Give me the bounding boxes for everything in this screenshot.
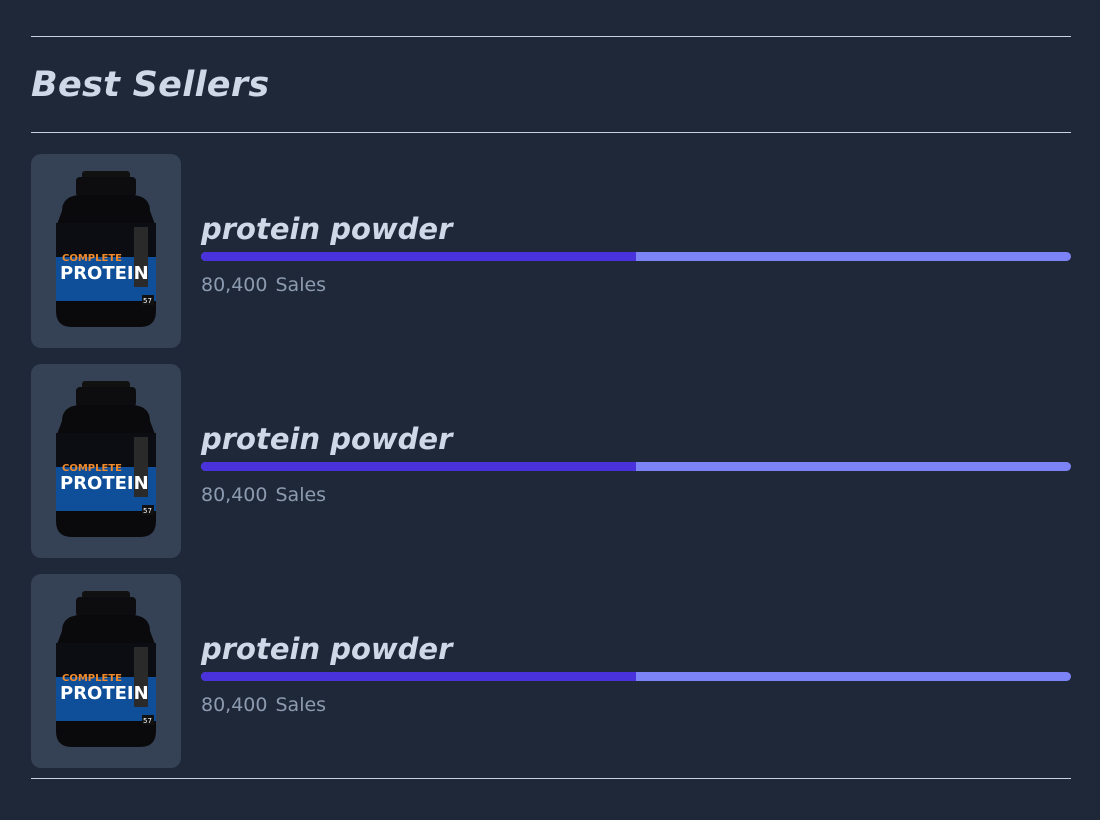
sales-count: 80,400 Sales xyxy=(201,274,1071,296)
sales-count: 80,400 Sales xyxy=(201,694,1071,716)
product-name[interactable]: protein powder xyxy=(201,212,1071,246)
sales-value: 80,400 xyxy=(201,274,268,296)
product-item[interactable]: COMPLETE PROTEIN 57 protein powder 80,40… xyxy=(31,364,1071,558)
svg-text:PROTEIN: PROTEIN xyxy=(60,263,149,284)
product-info: protein powder 80,400 Sales xyxy=(201,416,1071,506)
product-list: COMPLETE PROTEIN 57 protein powder 80,40… xyxy=(31,133,1071,768)
svg-text:PROTEIN: PROTEIN xyxy=(60,473,149,494)
sales-value: 80,400 xyxy=(201,694,268,716)
product-name[interactable]: protein powder xyxy=(201,422,1071,456)
sales-progress-bar xyxy=(201,672,1071,681)
svg-text:57: 57 xyxy=(143,297,152,305)
protein-tub-icon: COMPLETE PROTEIN 57 xyxy=(56,591,156,747)
best-sellers-panel: Best Sellers COMPLETE PROTEIN 57 protein… xyxy=(31,36,1071,779)
svg-text:PROTEIN: PROTEIN xyxy=(60,683,149,704)
sales-progress-fill xyxy=(201,672,636,681)
protein-tub-icon: COMPLETE PROTEIN 57 xyxy=(56,171,156,327)
product-thumbnail[interactable]: COMPLETE PROTEIN 57 xyxy=(31,154,181,348)
product-name[interactable]: protein powder xyxy=(201,632,1071,666)
sales-progress-bar xyxy=(201,462,1071,471)
sales-count: 80,400 Sales xyxy=(201,484,1071,506)
svg-text:57: 57 xyxy=(143,717,152,725)
sales-unit: Sales xyxy=(275,694,327,716)
section-header: Best Sellers xyxy=(31,37,1071,132)
protein-tub-icon: COMPLETE PROTEIN 57 xyxy=(56,381,156,537)
product-thumbnail[interactable]: COMPLETE PROTEIN 57 xyxy=(31,574,181,768)
product-thumbnail[interactable]: COMPLETE PROTEIN 57 xyxy=(31,364,181,558)
sales-progress-fill xyxy=(201,462,636,471)
section-title: Best Sellers xyxy=(31,64,270,105)
sales-progress-bar xyxy=(201,252,1071,261)
product-item[interactable]: COMPLETE PROTEIN 57 protein powder 80,40… xyxy=(31,574,1071,768)
product-info: protein powder 80,400 Sales xyxy=(201,206,1071,296)
sales-value: 80,400 xyxy=(201,484,268,506)
product-info: protein powder 80,400 Sales xyxy=(201,626,1071,716)
product-item[interactable]: COMPLETE PROTEIN 57 protein powder 80,40… xyxy=(31,154,1071,348)
bottom-divider xyxy=(31,778,1071,779)
sales-unit: Sales xyxy=(275,274,327,296)
sales-progress-fill xyxy=(201,252,636,261)
svg-text:57: 57 xyxy=(143,507,152,515)
sales-unit: Sales xyxy=(275,484,327,506)
